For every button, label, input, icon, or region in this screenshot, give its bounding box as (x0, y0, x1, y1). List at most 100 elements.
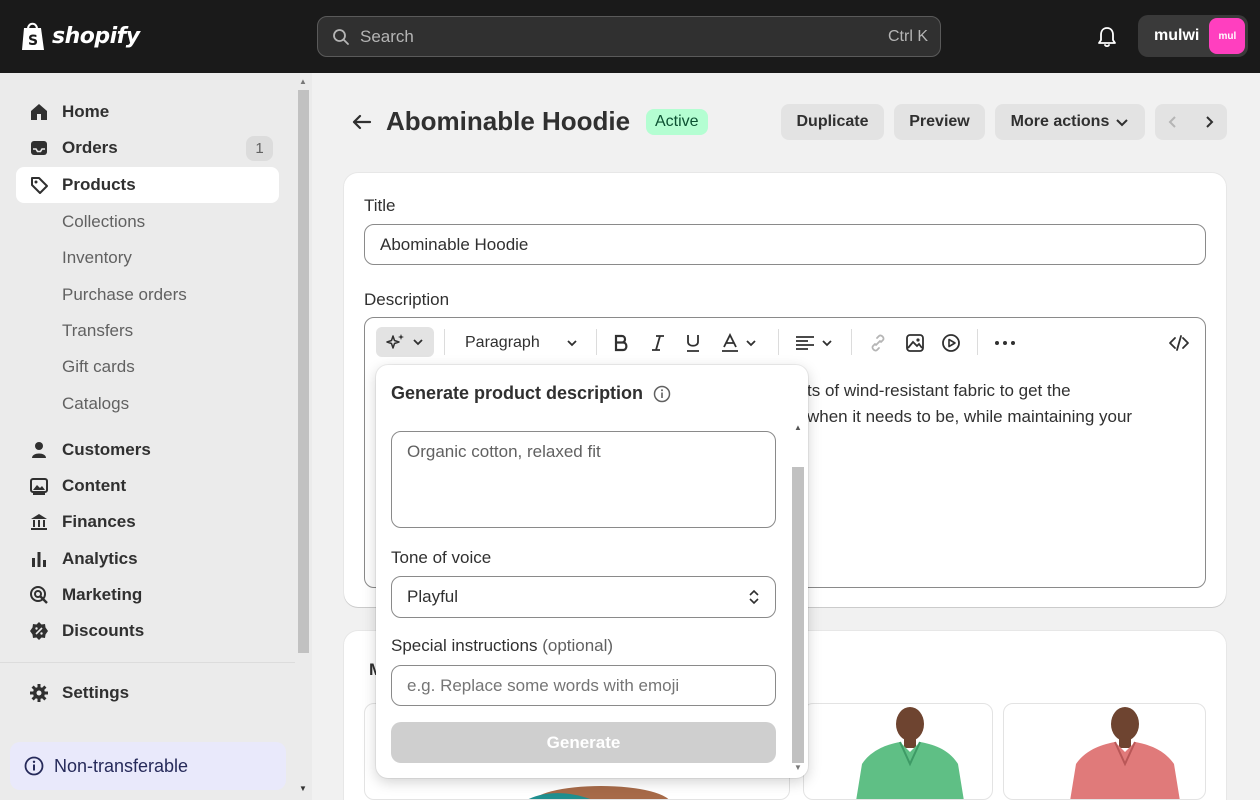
search-input[interactable] (360, 26, 888, 47)
generate-button[interactable]: Generate (391, 722, 776, 763)
code-icon (1169, 335, 1189, 351)
search-bar[interactable]: Ctrl K (317, 16, 941, 57)
ai-generate-toggle[interactable] (376, 327, 434, 357)
bank-icon (28, 511, 50, 533)
sidebar-item-settings[interactable]: Settings (16, 675, 279, 711)
bar-chart-icon (28, 548, 50, 570)
tone-of-voice-value: Playful (407, 587, 459, 606)
toolbar-divider (596, 329, 597, 355)
notifications-button[interactable] (1094, 24, 1120, 50)
sidebar-item-content[interactable]: Content (16, 468, 279, 504)
media-item[interactable] (803, 703, 993, 800)
description-text[interactable]: ts of wind-resistant fabric to get the w… (807, 378, 1132, 430)
sidebar-item-discounts[interactable]: Discounts (16, 613, 279, 649)
search-icon (333, 28, 349, 45)
svg-text:S: S (28, 33, 38, 49)
tone-of-voice-select[interactable]: Playful (391, 576, 776, 618)
underline-icon (687, 335, 699, 352)
sidebar-subitem-purchase-orders[interactable]: Purchase orders (62, 285, 187, 305)
toolbar-divider (444, 329, 445, 355)
image-icon (28, 475, 50, 497)
shopify-logo[interactable]: S shopify (20, 20, 140, 52)
media-item[interactable] (1003, 703, 1206, 800)
back-arrow-icon[interactable] (350, 110, 374, 134)
more-actions-label: More actions (1010, 113, 1110, 130)
description-line: ts of wind-resistant fabric to get the (807, 381, 1071, 400)
underline-button[interactable] (685, 332, 701, 354)
sidebar-item-home[interactable]: Home (16, 94, 279, 130)
tag-icon (28, 174, 50, 196)
sidebar-item-label: Customers (62, 440, 151, 459)
sidebar-item-finances[interactable]: Finances (16, 504, 279, 540)
non-transferable-notice[interactable]: Non-transferable (10, 742, 286, 790)
notice-label: Non-transferable (54, 755, 189, 776)
chevron-down-icon (746, 340, 756, 347)
title-label: Title (364, 196, 396, 215)
popover-scrollbar[interactable] (792, 467, 804, 763)
sidebar-item-label: Finances (62, 512, 136, 531)
link-button[interactable] (868, 332, 888, 354)
account-name: mulwi (1154, 27, 1200, 44)
italic-button[interactable] (650, 332, 666, 354)
title-field[interactable] (364, 224, 1206, 265)
chevron-down-icon (413, 339, 423, 346)
sidebar-item-analytics[interactable]: Analytics (16, 541, 279, 577)
sidebar-subitem-transfers[interactable]: Transfers (62, 321, 133, 341)
align-button[interactable] (795, 332, 833, 354)
italic-icon (652, 335, 664, 351)
sidebar-item-orders[interactable]: Orders 1 (16, 130, 279, 166)
chevron-down-icon (822, 340, 832, 347)
tone-of-voice-label: Tone of voice (391, 548, 492, 567)
logo-text: shopify (52, 23, 140, 49)
play-circle-icon (942, 334, 960, 352)
sidebar-item-label: Orders (62, 138, 118, 157)
sidebar-item-products[interactable]: Products (16, 167, 279, 203)
popover-scroll-down-arrow[interactable]: ▼ (794, 763, 802, 772)
sidebar-scroll-down-arrow[interactable]: ▼ (299, 784, 307, 793)
insert-image-button[interactable] (905, 332, 925, 354)
more-actions-button[interactable]: More actions (995, 104, 1145, 140)
sidebar-scroll-up-arrow[interactable]: ▲ (299, 77, 307, 86)
sidebar-subitem-gift-cards[interactable]: Gift cards (62, 357, 135, 377)
discount-icon (28, 620, 50, 642)
description-label: Description (364, 290, 450, 309)
sidebar-subitem-inventory[interactable]: Inventory (62, 248, 132, 268)
insert-video-button[interactable] (941, 332, 961, 354)
paragraph-format-select[interactable]: Paragraph (465, 332, 578, 354)
product-features-textarea[interactable]: Organic cotton, relaxed fit (391, 431, 776, 528)
sidebar-item-customers[interactable]: Customers (16, 432, 279, 468)
special-instructions-input[interactable] (391, 665, 776, 706)
sidebar-item-label: Analytics (62, 549, 138, 568)
duplicate-button[interactable]: Duplicate (781, 104, 884, 140)
search-shortcut: Ctrl K (888, 27, 928, 45)
popover-title: Generate product description (391, 383, 671, 404)
sidebar-scrollbar[interactable] (298, 90, 309, 653)
chevron-left-icon (1168, 116, 1176, 128)
sidebar: Home Orders 1 Products Collections Inven… (0, 73, 312, 800)
info-icon[interactable] (653, 385, 671, 403)
sidebar-item-label: Home (62, 102, 110, 121)
chevron-down-icon (567, 340, 577, 347)
sidebar-subitem-catalogs[interactable]: Catalogs (62, 394, 129, 414)
popover-scroll-up-arrow[interactable]: ▲ (794, 423, 802, 432)
previous-product-button[interactable] (1155, 104, 1191, 140)
special-instructions-text: Special instructions (391, 636, 538, 655)
align-left-icon (796, 336, 814, 350)
sidebar-subitem-collections[interactable]: Collections (62, 212, 145, 232)
sidebar-item-label: Discounts (62, 621, 145, 640)
link-icon (871, 334, 885, 352)
show-html-button[interactable] (1168, 332, 1190, 354)
magic-sparkle-icon (386, 334, 404, 349)
more-formatting-button[interactable] (994, 332, 1016, 354)
bold-button[interactable] (613, 332, 629, 354)
sidebar-item-label: Products (62, 175, 136, 194)
text-color-button[interactable] (721, 332, 757, 354)
sidebar-item-marketing[interactable]: Marketing (16, 577, 279, 613)
next-product-button[interactable] (1191, 104, 1227, 140)
preview-button[interactable]: Preview (894, 104, 985, 140)
toolbar-divider (851, 329, 852, 355)
gear-icon (28, 682, 50, 704)
avatar: mul (1209, 18, 1246, 54)
account-menu[interactable]: mulwi mul (1138, 15, 1248, 57)
sidebar-item-label: Settings (62, 683, 130, 702)
